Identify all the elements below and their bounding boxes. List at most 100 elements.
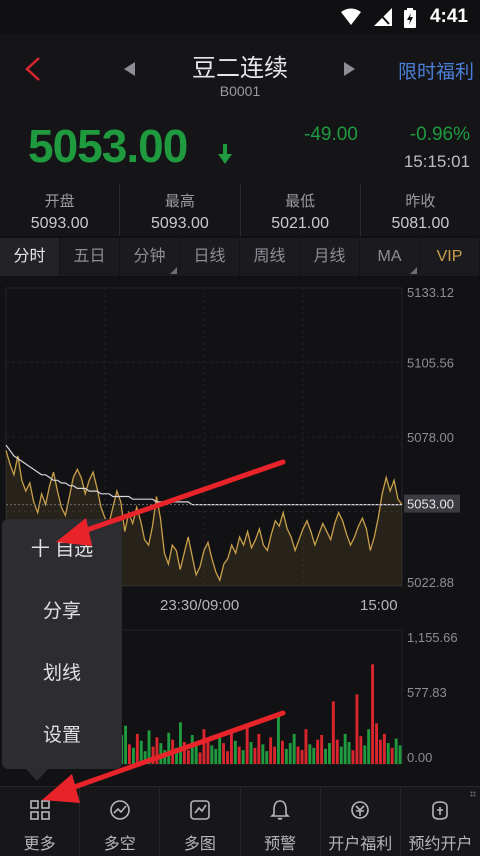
signal-icon bbox=[373, 8, 392, 26]
volume-bar bbox=[394, 738, 398, 764]
tab-ma[interactable]: MA bbox=[360, 238, 420, 276]
price-change-percent: -0.96% bbox=[409, 124, 470, 145]
tab-label: MA bbox=[377, 248, 402, 265]
tab-minute[interactable]: 分钟 bbox=[120, 238, 180, 276]
volume-bar bbox=[132, 747, 135, 764]
volume-bar bbox=[155, 737, 159, 764]
stat-high: 最高 5093.00 bbox=[120, 184, 241, 236]
volume-bar bbox=[390, 747, 394, 764]
time-label: 23:30/09:00 bbox=[160, 597, 239, 614]
volume-bar bbox=[124, 725, 127, 764]
volume-bar bbox=[375, 723, 378, 764]
volume-bar bbox=[261, 744, 265, 764]
popup-tail bbox=[26, 769, 48, 781]
volume-bar bbox=[265, 751, 269, 764]
volume-bar bbox=[343, 733, 347, 764]
header: 豆二连续 B0001 限时福利 bbox=[0, 34, 480, 104]
trend-icon bbox=[109, 800, 130, 820]
volume-bar bbox=[257, 733, 261, 764]
volume-axis-label: 577.83 bbox=[407, 685, 447, 700]
volume-bar bbox=[210, 745, 214, 764]
stat-value: 5081.00 bbox=[391, 215, 450, 232]
volume-bar bbox=[331, 701, 335, 764]
volume-bar bbox=[312, 747, 316, 764]
volume-bar bbox=[226, 751, 229, 764]
nav-label: 多空 bbox=[103, 836, 136, 853]
stat-low: 最低 5021.00 bbox=[241, 184, 361, 236]
tab-vip[interactable]: VIP bbox=[420, 238, 480, 276]
contract-code: B0001 bbox=[219, 83, 261, 99]
volume-bar bbox=[143, 751, 147, 764]
nav-book-account[interactable]: 预约开户 bbox=[401, 787, 480, 856]
volume-bar bbox=[300, 750, 304, 764]
more-popup-menu: 十 自选 分享 划线 设置 bbox=[2, 519, 122, 769]
nav-multi-chart[interactable]: 多图 bbox=[160, 787, 241, 856]
stat-label: 开盘 bbox=[44, 193, 75, 210]
dropdown-corner-icon bbox=[170, 267, 177, 274]
volume-bar bbox=[288, 743, 292, 764]
volume-bar bbox=[324, 748, 327, 764]
nav-more[interactable]: 更多 bbox=[0, 787, 81, 856]
quote-time: 15:15:01 bbox=[403, 152, 470, 171]
volume-bar bbox=[351, 750, 355, 764]
tab-five-day[interactable]: 五日 bbox=[60, 238, 120, 276]
price-axis-label: 5078.00 bbox=[407, 430, 454, 445]
volume-bar bbox=[339, 746, 343, 764]
volume-bar bbox=[296, 746, 300, 764]
volume-bar bbox=[379, 739, 382, 764]
volume-bar bbox=[304, 729, 308, 764]
tab-daily[interactable]: 日线 bbox=[180, 238, 240, 276]
menu-item-share[interactable]: 分享 bbox=[2, 581, 122, 643]
volume-bar bbox=[253, 747, 257, 764]
menu-item-settings[interactable]: 设置 bbox=[2, 705, 122, 767]
volume-bar bbox=[328, 743, 331, 764]
volume-bar bbox=[367, 729, 371, 764]
chart-tabs: 分时 五日 分钟 日线 周线 月线 MA VIP bbox=[0, 238, 480, 276]
volume-bar bbox=[218, 736, 222, 764]
dropdown-corner-icon bbox=[410, 267, 417, 274]
grid-icon bbox=[29, 800, 50, 820]
volume-bar bbox=[273, 746, 276, 764]
back-icon[interactable] bbox=[24, 56, 42, 82]
volume-bar bbox=[179, 722, 182, 764]
nav-long-short[interactable]: 多空 bbox=[80, 787, 161, 856]
volume-bar bbox=[194, 744, 198, 764]
volume-bar bbox=[222, 743, 225, 764]
volume-bar bbox=[371, 664, 374, 764]
menu-item-draw-line[interactable]: 划线 bbox=[2, 643, 122, 705]
stat-label: 昨收 bbox=[405, 193, 436, 210]
next-contract-icon[interactable] bbox=[344, 62, 355, 76]
volume-bar bbox=[386, 743, 390, 764]
volume-bar bbox=[335, 739, 339, 764]
account-icon bbox=[432, 801, 449, 820]
volume-bar bbox=[249, 742, 253, 764]
current-price-label: 5053.00 bbox=[407, 497, 454, 512]
tab-weekly[interactable]: 周线 bbox=[240, 238, 300, 276]
tab-intraday[interactable]: 分时 bbox=[0, 238, 60, 276]
volume-bar bbox=[355, 694, 359, 764]
tab-label: 分钟 bbox=[133, 248, 166, 265]
volume-bar bbox=[359, 736, 363, 764]
battery-icon bbox=[404, 8, 416, 28]
nav-open-account-bonus[interactable]: 开户福利 bbox=[321, 787, 401, 856]
volume-bar bbox=[230, 731, 233, 764]
chart-icon bbox=[190, 800, 210, 820]
volume-bar bbox=[190, 735, 194, 764]
volume-bar bbox=[277, 715, 280, 764]
promo-link[interactable]: 限时福利 bbox=[398, 57, 474, 84]
tab-monthly[interactable]: 月线 bbox=[300, 238, 360, 276]
nav-alert[interactable]: 预警 bbox=[241, 787, 321, 856]
volume-bar bbox=[175, 747, 178, 764]
volume-bar bbox=[233, 740, 237, 764]
status-icons bbox=[333, 8, 416, 28]
prev-contract-icon[interactable] bbox=[124, 62, 135, 76]
menu-item-add-watchlist[interactable]: 十 自选 bbox=[2, 519, 122, 581]
price-axis-label: 5105.56 bbox=[407, 356, 454, 371]
volume-bar bbox=[281, 740, 284, 764]
volume-bar bbox=[186, 750, 190, 764]
stat-label: 最低 bbox=[285, 193, 316, 210]
volume-bar bbox=[284, 748, 288, 764]
volume-bar bbox=[214, 748, 218, 764]
volume-bar bbox=[320, 735, 324, 764]
status-bar: 4:41 bbox=[0, 0, 480, 34]
